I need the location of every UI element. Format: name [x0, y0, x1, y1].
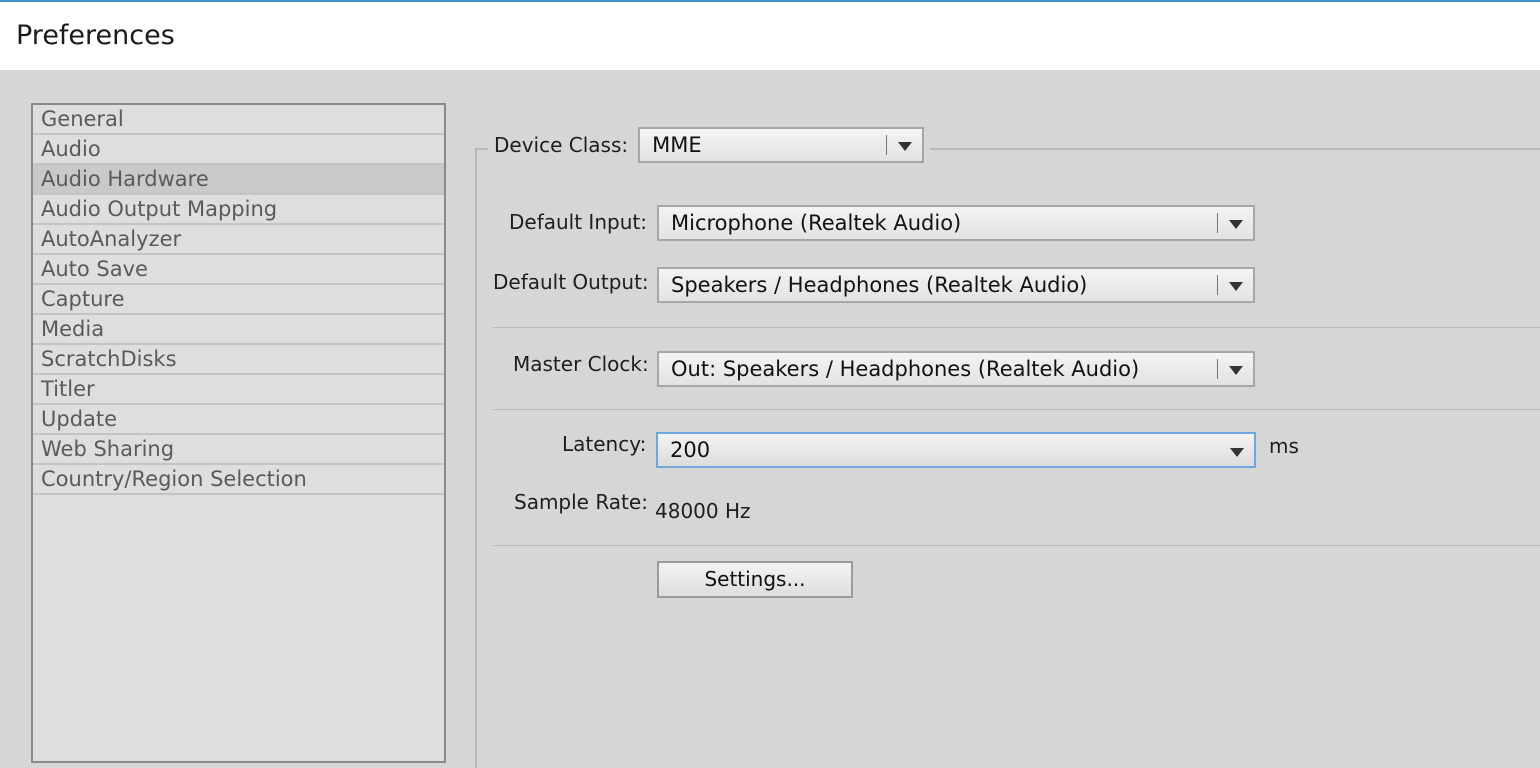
dropdown-separator: [1217, 213, 1218, 233]
chevron-down-icon[interactable]: [1230, 448, 1244, 457]
default-output-dropdown[interactable]: Speakers / Headphones (Realtek Audio): [657, 267, 1255, 303]
sidebar-item-titler[interactable]: Titler: [33, 375, 444, 405]
latency-dropdown[interactable]: 200: [656, 432, 1256, 468]
section-divider: [493, 409, 1540, 410]
sidebar-item-capture[interactable]: Capture: [33, 285, 444, 315]
device-class-value: MME: [652, 133, 702, 157]
latency-value: 200: [670, 438, 711, 462]
sidebar-item-audio-hardware[interactable]: Audio Hardware: [33, 165, 444, 195]
settings-button[interactable]: Settings...: [657, 561, 853, 598]
device-class-dropdown[interactable]: MME: [638, 127, 925, 163]
default-input-label: Default Input:: [509, 210, 647, 234]
sidebar-item-audio[interactable]: Audio: [33, 135, 444, 165]
category-list: General Audio Audio Hardware Audio Outpu…: [31, 103, 446, 763]
section-divider: [493, 545, 1540, 546]
window-title: Preferences: [16, 20, 175, 51]
master-clock-value: Out: Speakers / Headphones (Realtek Audi…: [671, 357, 1140, 381]
sidebar-item-audio-output-mapping[interactable]: Audio Output Mapping: [33, 195, 444, 225]
latency-label: Latency:: [562, 432, 647, 456]
sidebar-item-general[interactable]: General: [33, 105, 444, 135]
sidebar-item-web-sharing[interactable]: Web Sharing: [33, 435, 444, 465]
default-output-label: Default Output:: [493, 270, 649, 294]
sidebar-item-scratchdisks[interactable]: ScratchDisks: [33, 345, 444, 375]
preferences-content: General Audio Audio Hardware Audio Outpu…: [0, 70, 1540, 768]
sidebar-item-update[interactable]: Update: [33, 405, 444, 435]
latency-unit: ms: [1269, 434, 1299, 458]
dropdown-separator: [886, 135, 888, 155]
sidebar-item-country-region-selection[interactable]: Country/Region Selection: [33, 465, 444, 495]
master-clock-label: Master Clock:: [513, 352, 649, 376]
sample-rate-label: Sample Rate:: [514, 490, 648, 514]
device-class-row: Device Class: MME: [488, 127, 931, 163]
device-class-label: Device Class:: [494, 133, 629, 157]
chevron-down-icon[interactable]: [1229, 220, 1243, 229]
default-input-dropdown[interactable]: Microphone (Realtek Audio): [657, 205, 1255, 241]
chevron-down-icon[interactable]: [898, 142, 913, 151]
title-bar: Preferences: [0, 0, 1540, 70]
default-input-value: Microphone (Realtek Audio): [671, 211, 962, 235]
chevron-down-icon[interactable]: [1229, 366, 1243, 375]
default-output-value: Speakers / Headphones (Realtek Audio): [671, 273, 1088, 297]
sidebar-item-autoanalyzer[interactable]: AutoAnalyzer: [33, 225, 444, 255]
sidebar-item-media[interactable]: Media: [33, 315, 444, 345]
dropdown-separator: [1217, 359, 1218, 379]
master-clock-dropdown[interactable]: Out: Speakers / Headphones (Realtek Audi…: [657, 351, 1255, 387]
sidebar-item-auto-save[interactable]: Auto Save: [33, 255, 444, 285]
chevron-down-icon[interactable]: [1229, 282, 1243, 291]
section-divider: [493, 327, 1540, 328]
dropdown-separator: [1217, 275, 1218, 295]
sample-rate-value: 48000 Hz: [655, 499, 751, 523]
